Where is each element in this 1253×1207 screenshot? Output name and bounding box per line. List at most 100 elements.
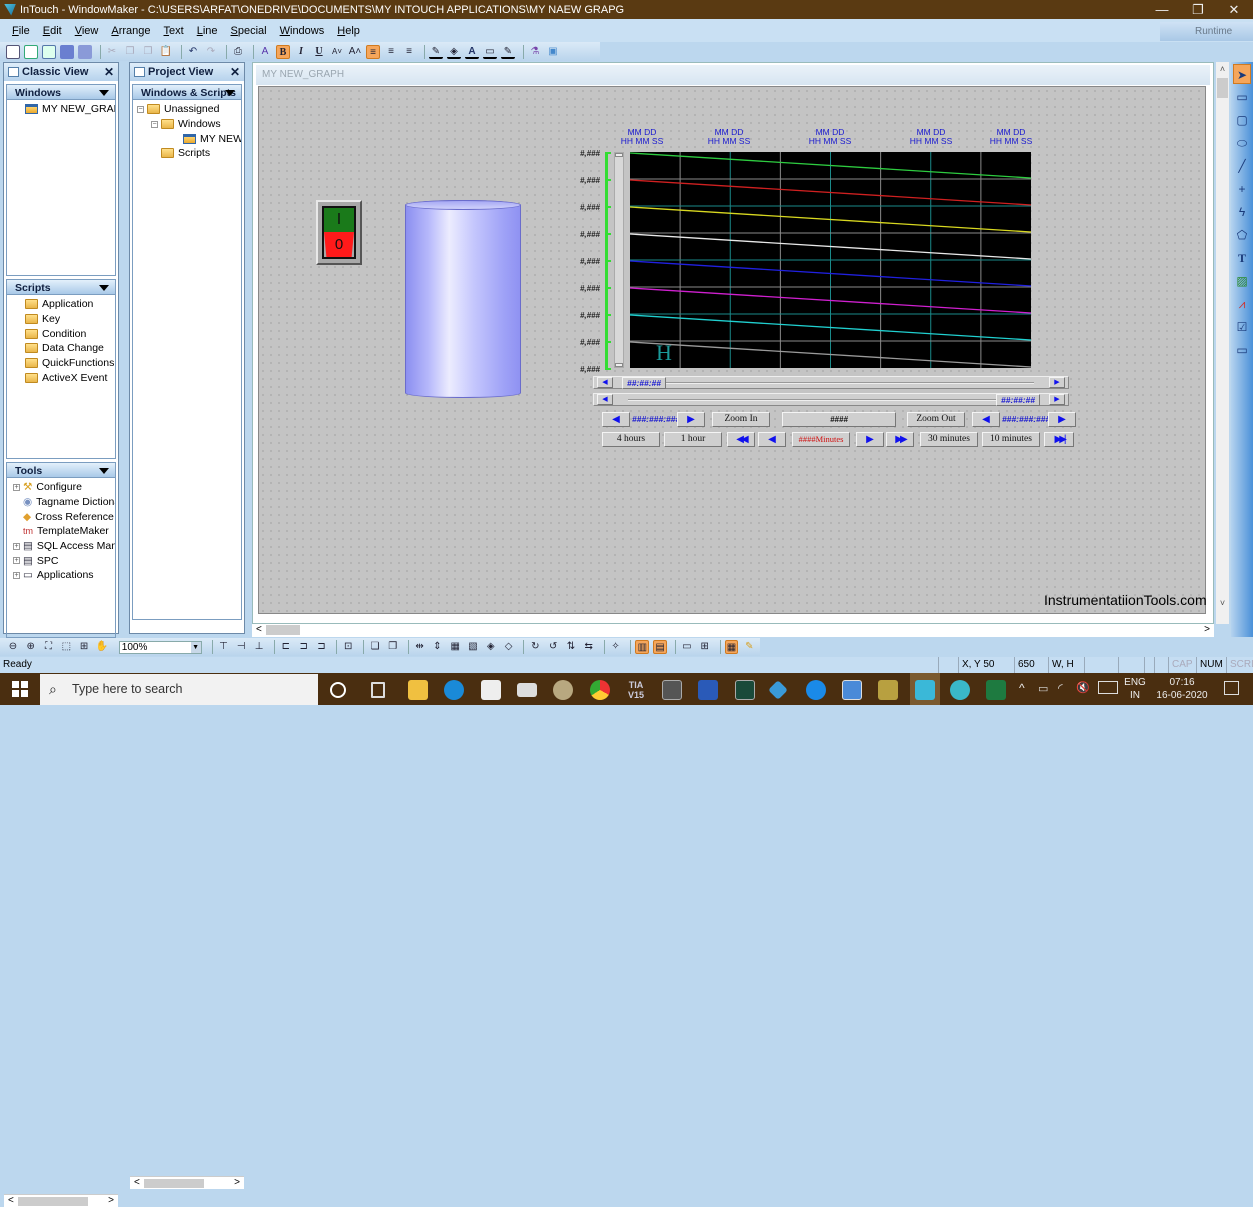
menu-windows[interactable]: Windows	[280, 25, 325, 37]
script-activex-event[interactable]: ActiveX Event	[25, 370, 115, 385]
scroll-up-icon[interactable]: ˄	[1216, 64, 1229, 74]
scooter-1-left-icon[interactable]: ◀	[597, 377, 613, 388]
zoom-window-icon[interactable]: ⊞	[77, 640, 91, 654]
show-hidden-icons[interactable]: ^	[1019, 681, 1025, 695]
cortana-icon[interactable]	[330, 682, 346, 698]
realtime-trend-tool-icon[interactable]: ⩘	[1233, 294, 1251, 314]
zoom-level-select[interactable]: 100% ▼	[118, 640, 202, 654]
span-30-minutes-button[interactable]: 30 minutes	[920, 432, 978, 447]
application-explorer-toggle-icon[interactable]: ▥	[635, 640, 650, 654]
file-explorer-icon[interactable]	[408, 680, 428, 700]
script-key[interactable]: Key	[25, 312, 115, 327]
scroll-right-icon[interactable]: >	[1204, 624, 1210, 635]
tree-windows-folder[interactable]: − Windows	[137, 117, 241, 132]
save-icon[interactable]	[60, 44, 74, 59]
hscroll-thumb[interactable]	[266, 625, 300, 635]
collapse-icon[interactable]: −	[137, 105, 144, 113]
app-icon-4[interactable]	[842, 680, 862, 700]
decrease-font-icon[interactable]: A˅	[330, 45, 344, 59]
bold-button[interactable]: B	[276, 44, 290, 59]
span-minutes-field[interactable]: ####Minutes	[792, 432, 850, 447]
script-data-change[interactable]: Data Change	[25, 341, 115, 356]
span-4-hours-button[interactable]: 4 hours	[602, 432, 660, 447]
center-icon[interactable]: ⊡	[341, 640, 355, 654]
close-project-view-button[interactable]: ✕	[230, 63, 240, 81]
underline-button[interactable]: U	[312, 45, 326, 59]
tree-window-my-new-graph[interactable]: MY NEW_GRAPH	[137, 131, 241, 146]
app-icon-5[interactable]	[878, 680, 898, 700]
paste-icon[interactable]: 📋	[159, 45, 173, 59]
align-center-obj-icon[interactable]: ⊐	[297, 640, 311, 654]
make-cell-icon[interactable]: ▦	[448, 640, 462, 654]
script-quickfunctions[interactable]: QuickFunctions	[25, 356, 115, 371]
intouch-windowmaker-icon[interactable]	[915, 680, 935, 700]
align-right-obj-icon[interactable]: ⊐	[315, 640, 329, 654]
store-icon[interactable]	[481, 680, 501, 700]
bitmap-tool-icon[interactable]: ▨	[1233, 271, 1251, 291]
print-icon[interactable]: ⎙	[231, 45, 245, 59]
right-time-prev-icon[interactable]: ◀	[972, 412, 1000, 427]
break-symbol-icon[interactable]: ◇	[502, 640, 516, 654]
full-screen-icon[interactable]: ▭	[680, 640, 694, 654]
volume-muted-icon[interactable]: 🔇	[1076, 681, 1090, 694]
rounded-rectangle-tool-icon[interactable]: ▢	[1233, 110, 1251, 130]
left-time-field[interactable]: ###:###:###	[632, 412, 680, 427]
text-color-icon[interactable]: A	[465, 45, 479, 59]
rectangle-tool-icon[interactable]: ▭	[1233, 87, 1251, 107]
space-vertical-icon[interactable]: ⇕	[430, 640, 444, 654]
window-item-my-new-graph[interactable]: MY NEW_GRAPH	[25, 102, 115, 117]
intouch-runtime-icon[interactable]	[950, 680, 970, 700]
expand-icon[interactable]: +	[13, 571, 20, 579]
scooter-2-value[interactable]: ##:##:##	[996, 394, 1040, 406]
collapse-icon[interactable]: −	[151, 120, 158, 128]
runtime-button[interactable]: Runtime	[1160, 22, 1253, 41]
menu-text[interactable]: Text	[164, 25, 184, 37]
send-back-icon[interactable]: ❐	[386, 640, 400, 654]
app-icon-2[interactable]	[735, 680, 755, 700]
windows-scripts-header[interactable]: Windows & Scripts	[132, 84, 242, 100]
menu-edit[interactable]: Edit	[43, 25, 62, 37]
tia-portal-icon[interactable]: TIA V15	[626, 680, 646, 700]
value-scooter-track[interactable]	[614, 152, 624, 368]
span-10-minutes-button[interactable]: 10 minutes	[982, 432, 1040, 447]
zoom-out-icon[interactable]: ⊖	[6, 640, 20, 654]
expand-icon[interactable]: +	[13, 483, 20, 491]
zoom-in-icon[interactable]: ⊕	[24, 640, 38, 654]
tree-scripts-folder[interactable]: Scripts	[137, 146, 241, 161]
menu-file[interactable]: File	[12, 25, 30, 37]
align-left-icon[interactable]: ≡	[366, 44, 380, 59]
hv-line-tool-icon[interactable]: +	[1233, 179, 1251, 199]
window-color-icon[interactable]: ▭	[483, 45, 497, 59]
windows-section-header[interactable]: Windows	[6, 84, 116, 100]
close-button[interactable]: ✕	[1216, 0, 1252, 19]
edge-icon[interactable]	[444, 680, 464, 700]
rotate-ccw-icon[interactable]: ↺	[546, 640, 560, 654]
value-scooter-top[interactable]	[615, 153, 623, 157]
maximize-button[interactable]: ❐	[1180, 0, 1216, 19]
scripts-section-header[interactable]: Scripts	[6, 279, 116, 295]
tool-sql-access-manager[interactable]: +▤SQL Access Manager	[13, 539, 115, 554]
break-cell-icon[interactable]: ▧	[466, 640, 480, 654]
rotate-cw-icon[interactable]: ↻	[528, 640, 542, 654]
trend-plot-area[interactable]	[630, 152, 1031, 368]
tool-applications[interactable]: + ▭ Applications	[13, 568, 115, 583]
expand-icon[interactable]: +	[13, 542, 20, 550]
space-horizontal-icon[interactable]: ⇹	[413, 640, 427, 654]
expand-icon[interactable]: +	[13, 557, 20, 565]
tool-cross-reference[interactable]: ◆ Cross Reference	[13, 509, 115, 524]
editor-vscroll[interactable]: ˄ ˅	[1216, 62, 1229, 624]
script-icon[interactable]: ▣	[546, 45, 560, 59]
undo-icon[interactable]: ↶	[186, 45, 200, 59]
tool-templatemaker[interactable]: tm TemplateMaker	[13, 524, 115, 539]
polygon-tool-icon[interactable]: ⬠	[1233, 225, 1251, 245]
center-value-field[interactable]: ####	[782, 412, 896, 427]
button-tool-icon[interactable]: ▭	[1233, 340, 1251, 360]
cut-icon[interactable]: ✂	[105, 45, 119, 59]
scroll-down-icon[interactable]: ˅	[1216, 598, 1229, 608]
tool-tagname-dictionary[interactable]: ◉Tagname Dictionary	[13, 495, 115, 510]
align-middle-icon[interactable]: ⊣	[234, 640, 248, 654]
open-window-icon[interactable]	[24, 44, 38, 59]
align-bottom-icon[interactable]: ⊥	[252, 640, 266, 654]
right-time-next-icon[interactable]: ▶	[1048, 412, 1076, 427]
line-color-icon[interactable]: ✎	[429, 45, 443, 59]
